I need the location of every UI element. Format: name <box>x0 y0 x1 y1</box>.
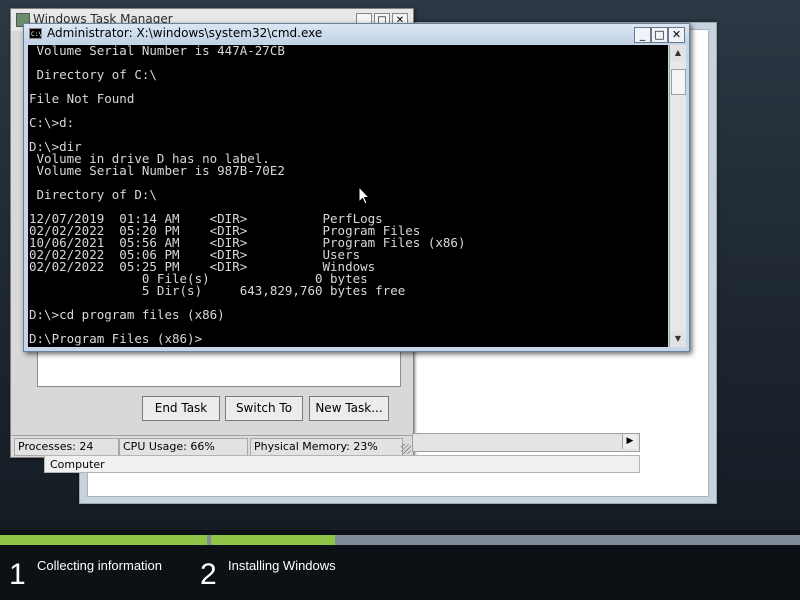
step2-progress-fill <box>211 535 335 545</box>
step-number-2: 2 <box>200 558 217 591</box>
console-output-area[interactable]: Volume Serial Number is 447A-27CB Direct… <box>28 45 668 347</box>
step-number-1: 1 <box>9 558 26 591</box>
scroll-up-arrow-icon[interactable]: ▲ <box>670 45 686 61</box>
cmd-minimize-button[interactable]: _ <box>634 27 651 43</box>
mouse-pointer-icon <box>358 186 371 205</box>
cmd-vertical-scrollbar[interactable]: ▲ ▼ <box>669 45 686 347</box>
step1-progress-fill <box>0 535 207 545</box>
console-text: Volume Serial Number is 447A-27CB Direct… <box>29 45 466 346</box>
explorer-horizontal-scrollbar[interactable] <box>412 433 640 452</box>
explorer-status-bar: Computer <box>44 455 640 473</box>
switch-to-button[interactable]: Switch To <box>225 396 303 421</box>
cmd-titlebar[interactable]: C:\ Administrator: X:\windows\system32\c… <box>24 24 689 44</box>
scroll-thumb[interactable] <box>671 69 686 95</box>
cmd-icon: C:\ <box>29 28 42 39</box>
cmd-maximize-button[interactable]: □ <box>651 27 668 43</box>
cmd-window[interactable]: C:\ Administrator: X:\windows\system32\c… <box>23 23 690 352</box>
scroll-right-arrow-icon[interactable]: ▶ <box>622 434 637 449</box>
cmd-title: Administrator: X:\windows\system32\cmd.e… <box>47 26 323 40</box>
processes-count: Processes: 24 <box>14 438 119 456</box>
end-task-button[interactable]: End Task <box>142 396 220 421</box>
cmd-close-button[interactable]: ✕ <box>668 27 685 43</box>
task-manager-statusbar: Processes: 24 CPU Usage: 66% Physical Me… <box>11 435 413 456</box>
new-task-button[interactable]: New Task... <box>309 396 389 421</box>
physical-memory: Physical Memory: 23% <box>250 438 403 456</box>
step-label-installing: Installing Windows <box>228 558 336 573</box>
cpu-usage: CPU Usage: 66% <box>119 438 248 456</box>
scroll-down-arrow-icon[interactable]: ▼ <box>670 331 686 347</box>
step-label-collecting: Collecting information <box>37 558 163 573</box>
resize-grip[interactable] <box>401 444 411 454</box>
